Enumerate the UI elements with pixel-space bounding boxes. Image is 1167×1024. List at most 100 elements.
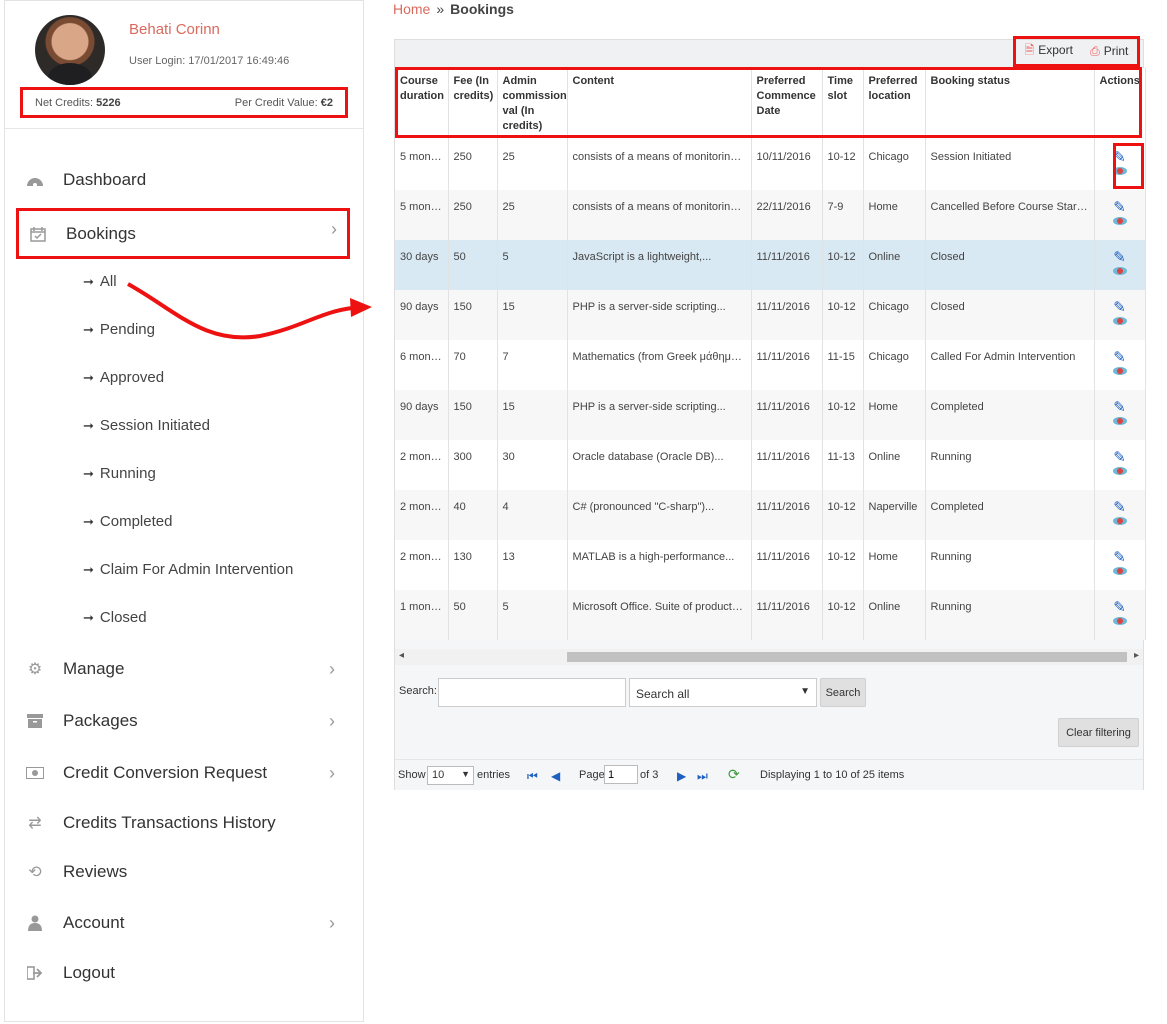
edit-pencil-icon[interactable]: ✎ (1113, 350, 1126, 365)
chevron-right-icon: › (329, 913, 335, 933)
sidebar-item-label: Dashboard (63, 170, 147, 189)
breadcrumb: Home » Bookings (393, 1, 514, 17)
print-button[interactable]: ⎙ Print (1090, 44, 1128, 59)
column-header[interactable]: Preferred location (863, 68, 926, 140)
table-cell: Completed (925, 490, 1095, 540)
table-cell: 10-12 (822, 290, 864, 340)
search-button[interactable]: Search (820, 678, 866, 707)
table-row[interactable]: 90 days 150 15 PHP is a server-side scripti… (395, 290, 1146, 340)
sidebar-item-packages[interactable]: Packages › (25, 703, 345, 739)
page-number-input[interactable] (604, 765, 638, 784)
table-cell: 10-12 (822, 140, 864, 190)
first-page-icon[interactable]: ⏮ (527, 769, 538, 784)
scroll-right-icon[interactable]: ▸ (1134, 650, 1139, 661)
sidebar-item-manage[interactable]: ⚙ Manage › (25, 651, 345, 687)
table-row[interactable]: 5 months 250 25 consists of a means of mon… (395, 140, 1146, 190)
edit-pencil-icon[interactable]: ✎ (1113, 500, 1126, 515)
sub-item-closed[interactable]: ➞ Closed (83, 609, 147, 626)
view-eye-icon[interactable] (1112, 617, 1127, 625)
edit-pencil-icon[interactable]: ✎ (1113, 550, 1126, 565)
refresh-icon[interactable]: ⟳ (728, 766, 740, 783)
sub-item-claim-admin[interactable]: ➞ Claim For Admin Intervention (83, 561, 293, 578)
previous-page-icon[interactable]: ◀ (551, 769, 560, 783)
view-eye-icon[interactable] (1112, 417, 1127, 425)
edit-pencil-icon[interactable]: ✎ (1113, 200, 1126, 215)
table-row[interactable]: 30 days 50 5 JavaScript is a lightweight,..… (395, 240, 1146, 290)
avatar (35, 15, 105, 85)
edit-pencil-icon[interactable]: ✎ (1113, 600, 1126, 615)
sidebar-item-credit-conversion[interactable]: Credit Conversion Request › (25, 755, 345, 791)
last-page-icon[interactable]: ⏭ (697, 769, 708, 784)
actions-cell: ✎ (1094, 390, 1146, 440)
sidebar-item-bookings[interactable]: Bookings › (16, 208, 350, 259)
table-cell: 5 months (395, 190, 449, 240)
table-cell: Chicago (863, 340, 926, 390)
sub-item-session-initiated[interactable]: ➞ Session Initiated (83, 417, 210, 434)
edit-pencil-icon[interactable]: ✎ (1113, 250, 1126, 265)
table-cell: 11/11/2016 (751, 490, 823, 540)
view-eye-icon[interactable] (1112, 267, 1127, 275)
sidebar-item-dashboard[interactable]: Dashboard (25, 162, 345, 198)
export-button[interactable]: 🗎 Export (1025, 41, 1073, 62)
sidebar-item-label: Logout (63, 963, 115, 982)
edit-pencil-icon[interactable]: ✎ (1113, 300, 1126, 315)
search-input[interactable] (438, 678, 626, 707)
gear-icon: ⚙ (27, 661, 43, 678)
edit-pencil-icon[interactable]: ✎ (1113, 450, 1126, 465)
clear-filtering-button[interactable]: Clear filtering (1058, 718, 1139, 747)
sub-item-completed[interactable]: ➞ Completed (83, 513, 172, 530)
breadcrumb-home[interactable]: Home (393, 1, 430, 17)
sub-item-all[interactable]: ➞ All (83, 273, 117, 290)
column-header[interactable]: Content (567, 68, 752, 140)
view-eye-icon[interactable] (1112, 367, 1127, 375)
search-scope-select[interactable]: Search all ▼ (629, 678, 817, 707)
column-header[interactable]: Fee (In credits) (448, 68, 498, 140)
view-eye-icon[interactable] (1112, 467, 1127, 475)
edit-pencil-icon[interactable]: ✎ (1113, 400, 1126, 415)
table-row[interactable]: 6 months 70 7 Mathematics (from Greek μάθημ… (395, 340, 1146, 390)
edit-pencil-icon[interactable]: ✎ (1113, 150, 1126, 165)
view-eye-icon[interactable] (1112, 567, 1127, 575)
table-cell: Mathematics (from Greek μάθημα... (567, 340, 752, 390)
table-row[interactable]: 2 months 40 4 C# (pronounced "C-sharp")... 1… (395, 490, 1146, 540)
table-row[interactable]: 90 days 150 15 PHP is a server-side scripti… (395, 390, 1146, 440)
table-cell: 10-12 (822, 240, 864, 290)
user-name[interactable]: Behati Corinn (129, 21, 220, 38)
column-header[interactable]: Preferred Commence Date (751, 68, 823, 140)
column-header[interactable]: Booking status (925, 68, 1095, 140)
table-cell: 25 (497, 190, 568, 240)
view-eye-icon[interactable] (1112, 317, 1127, 325)
column-header[interactable]: Course duration (395, 68, 449, 140)
horizontal-scrollbar[interactable]: ◂ ▸ (395, 649, 1143, 665)
column-header[interactable]: Admin commission val (In credits) (497, 68, 568, 140)
sidebar-item-credits-history[interactable]: ⇄ Credits Transactions History (25, 805, 345, 841)
view-eye-icon[interactable] (1112, 517, 1127, 525)
sub-item-approved[interactable]: ➞ Approved (83, 369, 164, 386)
sidebar-item-logout[interactable]: Logout (25, 955, 345, 991)
column-header[interactable]: Time slot (822, 68, 864, 140)
actions-cell: ✎ (1094, 340, 1146, 390)
table-row[interactable]: 2 months 130 13 MATLAB is a high-performanc… (395, 540, 1146, 590)
entries-per-page-select[interactable]: 10 ▼ (427, 766, 474, 785)
scroll-left-icon[interactable]: ◂ (399, 650, 404, 661)
table-cell: 5 (497, 240, 568, 290)
table-cell: 90 days (395, 290, 449, 340)
archive-icon (25, 712, 45, 730)
table-row[interactable]: 1 months 50 5 Microsoft Office. Suite of pr… (395, 590, 1146, 640)
sidebar-item-reviews[interactable]: ⟲ Reviews (25, 854, 345, 890)
sub-item-running[interactable]: ➞ Running (83, 465, 156, 482)
view-eye-icon[interactable] (1112, 167, 1127, 175)
pagination-bar: Show 10 ▼ entries ⏮ ◀ Page of 3 ▶ ⏭ ⟳ Di… (395, 759, 1143, 790)
sub-item-pending[interactable]: ➞ Pending (83, 321, 155, 338)
table-row[interactable]: 5 months 250 25 consists of a means of mon… (395, 190, 1146, 240)
table-row[interactable]: 2 months 300 30 Oracle database (Oracle DB)… (395, 440, 1146, 490)
sidebar-item-account[interactable]: Account › (25, 905, 345, 941)
view-eye-icon[interactable] (1112, 217, 1127, 225)
scrollbar-thumb[interactable] (567, 652, 1127, 662)
table-cell: Home (863, 190, 926, 240)
chevron-right-icon: › (331, 219, 337, 239)
table-cell: 7-9 (822, 190, 864, 240)
next-page-icon[interactable]: ▶ (677, 769, 686, 783)
table-cell: Microsoft Office. Suite of products... (567, 590, 752, 640)
table-cell: 10/11/2016 (751, 140, 823, 190)
